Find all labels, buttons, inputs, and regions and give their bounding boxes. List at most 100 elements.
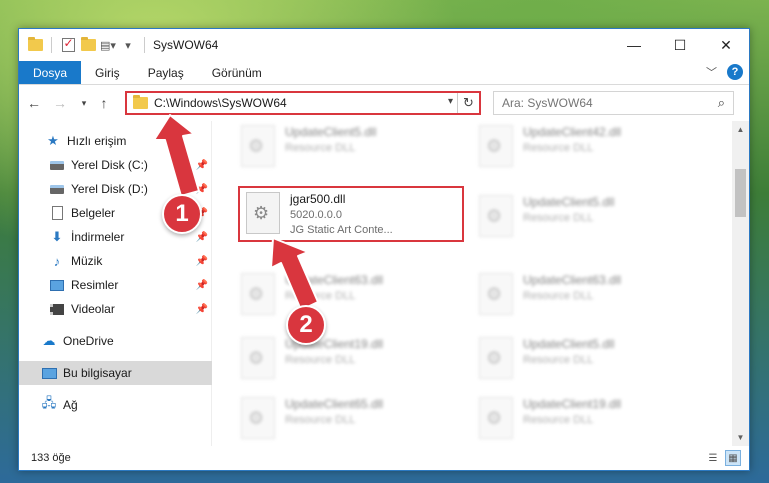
sidebar-item-this-pc[interactable]: Bu bilgisayar bbox=[19, 361, 212, 385]
search-icon[interactable]: ⌕ bbox=[718, 95, 725, 111]
file-name: UpdateClient42.dll bbox=[523, 125, 622, 139]
address-path[interactable]: C:\Windows\SysWOW64 bbox=[154, 96, 287, 110]
quick-access-toolbar: ▤▾ ▾ bbox=[19, 29, 149, 61]
details-view-icon[interactable]: ☰ bbox=[705, 450, 721, 466]
sidebar-item-label: Müzik bbox=[71, 254, 103, 268]
dll-file-icon bbox=[479, 337, 513, 379]
ribbon-right-controls: ﹀ ? bbox=[706, 64, 743, 80]
dll-file-icon bbox=[241, 273, 275, 315]
file-name: UpdateClient19.dll bbox=[523, 397, 622, 411]
window-title: SysWOW64 bbox=[153, 38, 219, 52]
pin-icon[interactable]: 📌 bbox=[196, 184, 208, 195]
scroll-down-icon[interactable]: ▼ bbox=[732, 429, 749, 446]
expand-ribbon-icon[interactable]: ﹀ bbox=[706, 64, 717, 80]
drive-icon bbox=[49, 181, 65, 197]
file-tile[interactable]: UpdateClient5.dll Resource DLL bbox=[473, 333, 693, 385]
maximize-button[interactable]: ☐ bbox=[657, 29, 703, 61]
vertical-scrollbar[interactable]: ▲ ▼ bbox=[732, 121, 749, 446]
pin-icon[interactable]: 📌 bbox=[196, 280, 208, 291]
sidebar-item-label: Ağ bbox=[63, 398, 78, 412]
address-bar[interactable]: C:\Windows\SysWOW64 ▾ ↻ bbox=[125, 91, 481, 115]
tab-home[interactable]: Giriş bbox=[81, 61, 134, 84]
sidebar-item-network[interactable]: 🖧 Ağ bbox=[19, 393, 212, 417]
file-name: UpdateClient5.dll bbox=[523, 195, 615, 209]
tab-share[interactable]: Paylaş bbox=[134, 61, 198, 84]
dll-file-icon bbox=[241, 125, 275, 167]
document-icon bbox=[49, 205, 65, 221]
file-list: UpdateClient5.dll Resource DLL UpdateCli… bbox=[215, 121, 735, 446]
minimize-button[interactable]: — bbox=[611, 29, 657, 61]
sidebar-item-label: İndirmeler bbox=[71, 230, 125, 244]
file-tile[interactable]: UpdateClient5.dll Resource DLL bbox=[473, 191, 693, 243]
file-description: Resource DLL bbox=[523, 414, 594, 426]
file-explorer-window: ▤▾ ▾ SysWOW64 — ☐ ✕ Dosya Giriş Paylaş G… bbox=[18, 28, 750, 471]
properties-check-icon[interactable] bbox=[60, 36, 76, 53]
scroll-thumb[interactable] bbox=[735, 169, 746, 217]
folder-icon bbox=[133, 95, 148, 109]
drive-icon bbox=[49, 157, 65, 173]
back-arrow-icon[interactable]: ← bbox=[23, 91, 45, 115]
pin-icon[interactable]: 📌 bbox=[196, 256, 208, 267]
file-tile[interactable]: UpdateClient63.dll Resource DLL bbox=[235, 269, 455, 321]
file-tile-jgar500[interactable]: jgar500.dll 5020.0.0.0 JG Static Art Con… bbox=[238, 186, 464, 242]
pin-icon[interactable]: 📌 bbox=[196, 160, 208, 171]
tab-view[interactable]: Görünüm bbox=[198, 61, 276, 84]
search-box[interactable]: ⌕ bbox=[493, 91, 734, 115]
sidebar-item-videos[interactable]: Videolar 📌 bbox=[19, 297, 212, 321]
navigation-bar: ← → ▾ ↑ C:\Windows\SysWOW64 ▾ ↻ ⌕ bbox=[19, 87, 749, 119]
file-tile[interactable]: UpdateClient65.dll Resource DLL bbox=[235, 393, 455, 445]
computer-icon bbox=[41, 365, 57, 381]
scroll-up-icon[interactable]: ▲ bbox=[732, 121, 749, 138]
sidebar-item-label: Belgeler bbox=[71, 206, 116, 220]
pin-icon[interactable]: 📌 bbox=[196, 232, 208, 243]
sidebar-item-onedrive[interactable]: ☁ OneDrive bbox=[19, 329, 212, 353]
help-icon[interactable]: ? bbox=[727, 64, 743, 80]
file-name: UpdateClient5.dll bbox=[523, 337, 615, 351]
refresh-icon[interactable]: ↻ bbox=[457, 93, 479, 113]
recent-locations-icon[interactable]: ▾ bbox=[73, 91, 95, 115]
chevron-down-icon[interactable]: ▾ bbox=[120, 37, 136, 53]
pin-icon[interactable]: 📌 bbox=[196, 304, 208, 315]
file-tile[interactable]: UpdateClient63.dll Resource DLL bbox=[473, 269, 693, 321]
videos-icon bbox=[49, 301, 65, 317]
pictures-icon bbox=[49, 277, 65, 293]
sidebar-item-music[interactable]: ♪ Müzik 📌 bbox=[19, 249, 212, 273]
file-description: Resource DLL bbox=[285, 354, 356, 366]
window-controls: — ☐ ✕ bbox=[611, 29, 749, 61]
download-icon: ⬇ bbox=[51, 229, 63, 244]
sidebar-item-label: Bu bilgisayar bbox=[63, 366, 132, 380]
file-name: UpdateClient65.dll bbox=[285, 397, 384, 411]
folder-icon bbox=[27, 37, 43, 53]
file-tile[interactable]: UpdateClient42.dll Resource DLL bbox=[473, 121, 693, 173]
dll-file-icon bbox=[479, 397, 513, 439]
sidebar-item-local-disk-c[interactable]: Yerel Disk (C:) 📌 bbox=[19, 153, 212, 177]
ribbon-tabs: Dosya Giriş Paylaş Görünüm ﹀ ? bbox=[19, 61, 749, 85]
file-tile[interactable]: UpdateClient19.dll Resource DLL bbox=[473, 393, 693, 445]
dll-file-icon bbox=[479, 125, 513, 167]
close-button[interactable]: ✕ bbox=[703, 29, 749, 61]
dll-file-icon bbox=[241, 397, 275, 439]
forward-arrow-icon[interactable]: → bbox=[49, 91, 71, 115]
dll-file-icon bbox=[241, 337, 275, 379]
tiles-view-icon[interactable]: ▦ bbox=[725, 450, 741, 466]
search-input[interactable] bbox=[502, 96, 702, 110]
dll-file-icon bbox=[479, 195, 513, 237]
file-description: Resource DLL bbox=[523, 212, 594, 224]
address-dropdown-icon[interactable]: ▾ bbox=[448, 96, 453, 107]
up-arrow-icon[interactable]: ↑ bbox=[93, 91, 115, 115]
toolbar-divider bbox=[144, 37, 145, 53]
file-tile[interactable]: UpdateClient19.dll Resource DLL bbox=[235, 333, 455, 385]
sidebar-item-pictures[interactable]: Resimler 📌 bbox=[19, 273, 212, 297]
tab-file[interactable]: Dosya bbox=[19, 61, 82, 84]
file-tile[interactable]: UpdateClient5.dll Resource DLL bbox=[235, 121, 455, 173]
item-count: 133 öğe bbox=[31, 452, 71, 464]
dll-file-icon bbox=[479, 273, 513, 315]
sidebar-item-label: OneDrive bbox=[63, 334, 114, 348]
status-bar: 133 öğe ☰ ▦ bbox=[19, 446, 749, 470]
music-icon: ♪ bbox=[53, 253, 61, 269]
sidebar-item-quick-access[interactable]: ★ Hızlı erişim bbox=[19, 129, 212, 153]
network-icon: 🖧 bbox=[41, 395, 57, 410]
file-name: jgar500.dll bbox=[290, 192, 346, 206]
customize-toolbar-icon[interactable]: ▤▾ bbox=[100, 37, 116, 53]
new-folder-icon[interactable] bbox=[80, 37, 96, 53]
